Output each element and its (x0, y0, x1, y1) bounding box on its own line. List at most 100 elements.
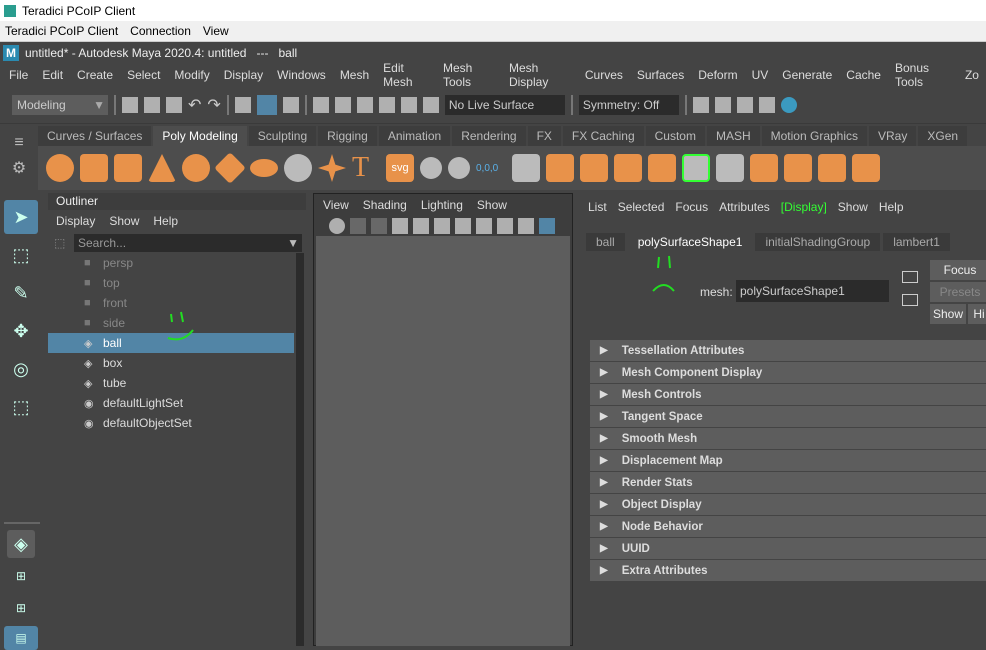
poly-disc-icon[interactable] (250, 159, 278, 177)
ae-menu-focus[interactable]: Focus (675, 200, 708, 214)
poly-text-icon[interactable]: T (352, 152, 380, 184)
section-uuid[interactable]: ▶ UUID (590, 538, 986, 559)
section-mesh-component-display[interactable]: ▶ Mesh Component Display (590, 362, 986, 383)
bridge-icon[interactable] (546, 154, 574, 182)
open-scene-icon[interactable] (144, 96, 160, 113)
separate-icon[interactable] (448, 157, 470, 179)
outliner-item-persp[interactable]: ■ persp (48, 253, 294, 273)
presets-button[interactable]: Presets (930, 282, 986, 302)
poly-cube-icon[interactable] (80, 154, 108, 182)
snap-curve-icon[interactable] (334, 96, 351, 113)
uv-editor-icon[interactable] (784, 154, 812, 182)
section-smooth-mesh[interactable]: ▶ Smooth Mesh (590, 428, 986, 449)
select-object-icon[interactable] (256, 94, 277, 115)
film-gate-icon[interactable] (434, 218, 450, 234)
move-tool-icon[interactable]: ✥ (4, 314, 38, 348)
expand-arrow-icon[interactable]: ▶ (600, 477, 608, 488)
field-chart-icon[interactable] (497, 218, 513, 234)
planar-map-icon[interactable] (818, 154, 846, 182)
new-scene-icon[interactable] (122, 96, 138, 113)
shelf-tab-rigging[interactable]: Rigging (318, 126, 377, 146)
camera-select-icon[interactable] (329, 218, 345, 234)
outliner-layout-icon[interactable]: ▤ (4, 626, 38, 650)
menu-edit-mesh[interactable]: Edit Mesh (376, 61, 436, 89)
shelf-menu-icon[interactable]: ≡ (0, 130, 38, 156)
resolution-gate-icon[interactable] (455, 218, 471, 234)
outliner-search-input[interactable]: Search... ▼ (74, 234, 302, 252)
menu-mesh[interactable]: Mesh (333, 68, 376, 82)
symmetry-dropdown[interactable]: Symmetry: Off (578, 94, 679, 115)
outliner-menu-show[interactable]: Show (109, 214, 139, 228)
select-component-icon[interactable] (282, 96, 299, 113)
bevel-icon[interactable] (512, 154, 540, 182)
outliner-filter-icon[interactable]: ⬚ (54, 236, 65, 250)
rotate-tool-icon[interactable]: ◎ (4, 352, 38, 386)
select-hierarchy-icon[interactable] (234, 96, 251, 113)
menu-display[interactable]: Display (217, 68, 270, 82)
menu-bonus-tools[interactable]: Bonus Tools (888, 61, 958, 89)
focus-button[interactable]: Focus (930, 260, 986, 280)
outliner-item-defaultobjectset[interactable]: ◉ defaultObjectSet (48, 413, 294, 433)
section-displacement-map[interactable]: ▶ Displacement Map (590, 450, 986, 471)
menu-modify[interactable]: Modify (167, 68, 216, 82)
menu-curves[interactable]: Curves (578, 68, 630, 82)
expand-arrow-icon[interactable]: ▶ (600, 455, 608, 466)
hide-button[interactable]: Hi (968, 304, 986, 324)
shelf-tab-sculpting[interactable]: Sculpting (248, 126, 317, 146)
gate-mask-icon[interactable] (476, 218, 492, 234)
menu-create[interactable]: Create (70, 68, 120, 82)
ae-tab-ball[interactable]: ball (586, 233, 625, 251)
ae-menu-list[interactable]: List (588, 200, 607, 214)
section-node-behavior[interactable]: ▶ Node Behavior (590, 516, 986, 537)
section-tessellation-attributes[interactable]: ▶ Tessellation Attributes (590, 340, 986, 361)
viewport-menu-shading[interactable]: Shading (363, 198, 407, 212)
viewport-menu-view[interactable]: View (323, 198, 349, 212)
undo-icon[interactable]: ↶ (188, 95, 201, 115)
safe-action-icon[interactable] (518, 218, 534, 234)
expand-arrow-icon[interactable]: ▶ (600, 543, 608, 554)
poly-cylinder-icon[interactable] (114, 154, 142, 182)
snap-pivot-icon[interactable] (422, 96, 439, 113)
menu-file[interactable]: File (2, 68, 35, 82)
live-surface-field[interactable]: No Live Surface (444, 94, 565, 115)
shelf-tab-animation[interactable]: Animation (378, 126, 451, 146)
shelf-tab-fx-caching[interactable]: FX Caching (562, 126, 644, 146)
snap-surface-icon[interactable] (400, 96, 417, 113)
menu-cache[interactable]: Cache (839, 68, 888, 82)
expand-arrow-icon[interactable]: ▶ (600, 499, 608, 510)
menu-windows[interactable]: Windows (270, 68, 333, 82)
expand-arrow-icon[interactable]: ▶ (600, 565, 608, 576)
save-scene-icon[interactable] (166, 96, 182, 113)
grid-icon[interactable] (413, 218, 429, 234)
combine-icon[interactable] (420, 157, 442, 179)
render-settings-icon[interactable] (758, 96, 775, 113)
outliner-item-defaultlightset[interactable]: ◉ defaultLightSet (48, 393, 294, 413)
mode-dropdown[interactable]: Modeling ▼ (12, 94, 108, 115)
section-mesh-controls[interactable]: ▶ Mesh Controls (590, 384, 986, 405)
show-button[interactable]: Show (930, 304, 966, 324)
scale-tool-icon[interactable]: ⬚ (4, 390, 38, 424)
menu-mesh-display[interactable]: Mesh Display (502, 61, 578, 89)
load-output-icon[interactable] (902, 294, 918, 306)
expand-arrow-icon[interactable]: ▶ (600, 521, 608, 532)
outliner-item-tube[interactable]: ◈ tube (48, 373, 294, 393)
menu-uv[interactable]: UV (745, 68, 776, 82)
section-render-stats[interactable]: ▶ Render Stats (590, 472, 986, 493)
menu-select[interactable]: Select (120, 68, 167, 82)
menu-generate[interactable]: Generate (775, 68, 839, 82)
pcoip-menu-view[interactable]: View (203, 24, 229, 38)
poly-sphere-icon[interactable] (46, 154, 74, 182)
viewport-menu-show[interactable]: Show (477, 198, 507, 212)
section-tangent-space[interactable]: ▶ Tangent Space (590, 406, 986, 427)
section-object-display[interactable]: ▶ Object Display (590, 494, 986, 515)
shelf-tab-fx[interactable]: FX (527, 126, 561, 146)
outliner-menu-display[interactable]: Display (56, 214, 95, 228)
mirror-icon[interactable] (750, 154, 778, 182)
shelf-tab-rendering[interactable]: Rendering (452, 126, 526, 146)
hypershade-icon[interactable] (780, 96, 797, 113)
select-tool-icon[interactable]: ➤ (4, 200, 38, 234)
image-plane-icon[interactable] (392, 218, 408, 234)
four-view-layout-icon[interactable]: ⊞ (4, 562, 38, 590)
ae-menu-show[interactable]: Show (838, 200, 868, 214)
pcoip-menu-client[interactable]: Teradici PCoIP Client (5, 24, 118, 38)
